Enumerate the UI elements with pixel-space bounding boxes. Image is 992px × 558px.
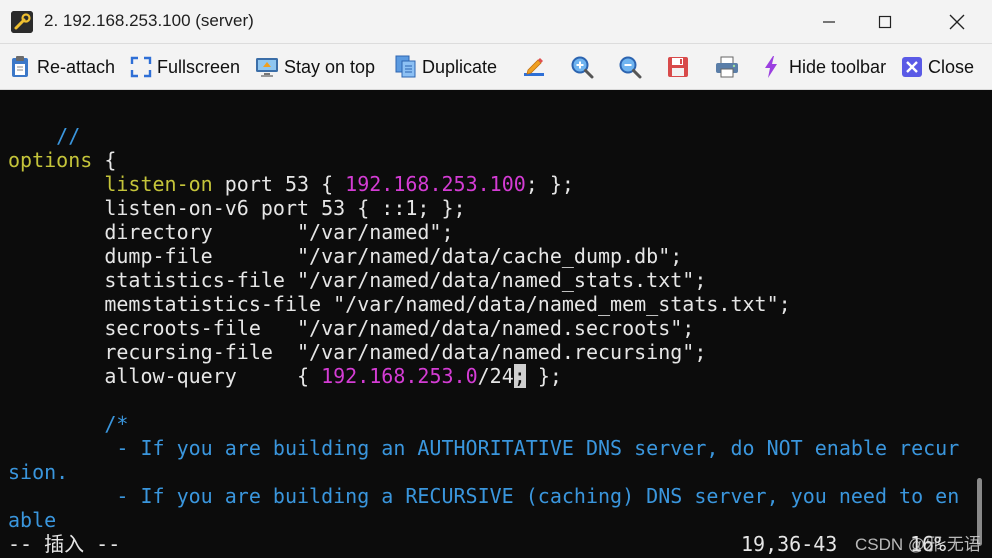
fullscreen-label: Fullscreen [157, 56, 241, 77]
fullscreen-arrows-icon [130, 56, 152, 78]
hide-toolbar-button[interactable]: Hide toolbar [762, 44, 886, 90]
maximize-button[interactable] [862, 0, 908, 44]
terminal-line-7: dump-file "/var/named/data/cache_dump.db… [8, 244, 683, 268]
terminal-line-17: - If you are building a RECURSIVE (cachi… [8, 484, 960, 508]
terminal-area[interactable]: // options { listen-on port 53 { 192.168… [0, 90, 992, 558]
zoom-in-button[interactable] [570, 44, 594, 90]
minimize-button[interactable] [806, 0, 852, 44]
terminal-line-3: options { [8, 148, 116, 172]
print-button[interactable] [714, 44, 740, 90]
terminal-line-9: memstatistics-file "/var/named/data/name… [8, 292, 791, 316]
allow-query-start: allow-query { [8, 364, 322, 388]
maximize-icon [878, 15, 892, 29]
comment-text: // [56, 124, 81, 148]
close-x-icon [902, 57, 922, 77]
toolbar: Re-attach Fullscreen Stay on top Duplica… [0, 44, 992, 90]
save-icon [668, 57, 688, 77]
terminal-line-1: // [8, 100, 80, 148]
wrench-icon [11, 11, 33, 33]
reattach-button[interactable]: Re-attach [10, 44, 115, 90]
terminal-line-5: listen-on-v6 port 53 { ::1; }; [8, 196, 466, 220]
listen-on-port: port 53 { [212, 172, 346, 196]
close-toolbar-button[interactable]: Close [901, 44, 974, 90]
clipboard-icon [12, 56, 28, 77]
printer-icon [716, 56, 738, 78]
zoom-in-icon [571, 56, 594, 79]
duplicate-icon [395, 55, 416, 78]
edit-button[interactable] [522, 44, 546, 90]
duplicate-button[interactable]: Duplicate [395, 44, 497, 90]
close-label: Close [928, 56, 975, 77]
listen-on-keyword: listen-on [104, 172, 213, 196]
stay-on-top-button[interactable]: Stay on top [255, 44, 375, 90]
title-bar: 2. 192.168.253.100 (server) [0, 0, 992, 44]
terminal-line-6: directory "/var/named"; [8, 220, 454, 244]
status-mode: -- 插入 -- [8, 532, 121, 556]
minimize-icon [823, 21, 835, 23]
terminal-line-4: listen-on port 53 { 192.168.253.100; }; [8, 172, 574, 196]
reattach-label: Re-attach [37, 56, 116, 77]
terminal-line-11: recursing-file "/var/named/data/named.re… [8, 340, 707, 364]
lightning-icon [765, 56, 777, 78]
zoom-out-button[interactable] [618, 44, 642, 90]
duplicate-label: Duplicate [422, 56, 498, 77]
hide-toolbar-label: Hide toolbar [789, 56, 887, 77]
terminal-line-18: able [8, 508, 57, 532]
listen-on-ip: 192.168.253.100 [345, 172, 526, 196]
options-brace: { [92, 148, 117, 172]
terminal-line-16: sion. [8, 460, 69, 484]
allow-query-mask: /24 [477, 364, 514, 388]
allow-query-ip: 192.168.253.0 [321, 364, 478, 388]
monitor-icon [256, 58, 278, 77]
zoom-out-icon [619, 56, 642, 79]
terminal-line-12: allow-query { 192.168.253.0/24; }; [8, 364, 562, 388]
close-icon [949, 14, 965, 30]
options-keyword: options [8, 148, 93, 172]
window-title: 2. 192.168.253.100 (server) [44, 11, 254, 30]
pencil-icon [524, 58, 544, 76]
listen-on-end: ; }; [525, 172, 574, 196]
window-close-button[interactable] [934, 0, 980, 44]
terminal-line-14: /* [8, 412, 129, 436]
stay-on-top-label: Stay on top [284, 56, 376, 77]
watermark: CSDN @邪.无语 [855, 535, 981, 554]
text-cursor: ; [513, 364, 526, 388]
fullscreen-button[interactable]: Fullscreen [130, 44, 240, 90]
terminal-line-15: - If you are building an AUTHORITATIVE D… [8, 436, 960, 460]
terminal-line-10: secroots-file "/var/named/data/named.sec… [8, 316, 695, 340]
save-button[interactable] [666, 44, 690, 90]
status-position: 19,36-43 [741, 532, 838, 556]
allow-query-end: }; [525, 364, 562, 388]
terminal-line-8: statistics-file "/var/named/data/named_s… [8, 268, 707, 292]
